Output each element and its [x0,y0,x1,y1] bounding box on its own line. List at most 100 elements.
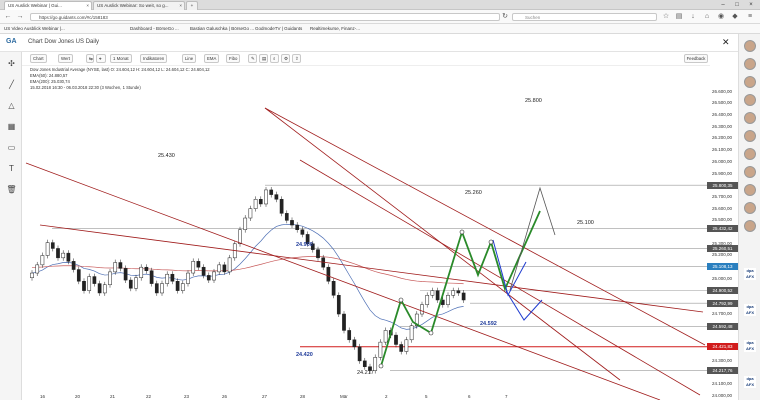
price-tick-label: 25.900,00 [712,170,733,176]
candle-body [253,199,258,209]
candle-body [394,334,398,345]
indicators-button[interactable]: Indikatoren [140,54,168,63]
avatar[interactable] [744,184,756,196]
zoom-icon[interactable]: ⌕ [270,54,279,63]
pen-icon[interactable]: ✎ [248,54,257,63]
triangle-tool-icon[interactable]: △ [6,100,17,111]
avatar[interactable] [744,166,756,178]
candle-body [102,284,107,294]
avatar[interactable] [744,148,756,160]
period-icon[interactable]: ⌖ [96,54,106,63]
window-close-icon[interactable]: × [744,0,758,10]
download-icon[interactable]: ↓ [688,12,698,22]
trash-icon[interactable]: 🗑 [6,184,17,195]
dpa-afx-logo[interactable]: dpa AFX [744,340,756,352]
text-tool-icon[interactable]: T [6,163,17,174]
close-chart-button[interactable]: ✕ [722,37,730,48]
avatar[interactable] [744,220,756,232]
close-tab-icon[interactable]: × [179,3,182,8]
candle-body [446,295,450,305]
level-annotation: 25.800 [525,98,542,104]
avatar[interactable] [744,202,756,214]
shield-icon[interactable]: ◆ [730,12,740,22]
price-tick-label: 26.200,00 [712,135,733,141]
line-tool-icon[interactable]: ╱ [6,79,17,90]
forward-icon[interactable]: → [15,12,25,22]
candle-body [451,290,456,296]
home-icon[interactable]: ⌂ [702,12,712,22]
level-annotation: 25.260 [465,190,482,196]
level-annotation: 25.430 [158,153,175,159]
reload-icon[interactable]: ↻ [500,12,510,22]
search-placeholder: Suchen [525,15,541,20]
candle-body [290,220,294,226]
fibo-button[interactable]: Fibo [226,54,241,63]
time-tick-label: 7 [505,394,508,399]
dpa-afx-logo[interactable]: dpa AFX [744,304,756,316]
time-tick-label: 27 [262,394,268,399]
avatar[interactable] [744,76,756,88]
candle-body [258,199,263,205]
avatar[interactable] [744,58,756,70]
legend-line: 15.02.2018 16:30 - 06.03.2018 22:30 (3 W… [30,85,141,90]
candle-body [383,330,388,343]
layout-icon[interactable]: ▤ [259,54,268,63]
candle-body [357,346,362,362]
bookmark-item[interactable]: US Video Ausblick Webinar |... [4,26,65,31]
crosshair-icon[interactable]: ✣ [6,58,17,69]
dpa-afx-logo[interactable]: dpa AFX [744,268,756,280]
back-icon[interactable]: ← [3,12,13,22]
browser-tab-2[interactable]: US Auslick Webinar: So weit, so g... × [93,1,185,10]
settings-icon[interactable]: ⚙ [281,54,290,63]
price-chart[interactable] [22,66,738,400]
candle-body [180,283,185,291]
candle-body [279,199,284,214]
bookmark-item[interactable]: Bastian Galuschka | BörseGo ... [190,26,254,31]
browser-tab-1[interactable]: US Auslick Webinar | Gui... × [4,1,92,10]
candle-body [227,257,232,273]
candle-body [118,262,123,269]
bookmark-item[interactable]: Realtimekurse, Finanz-... [310,26,360,31]
level-annotation: 24.592 [480,321,497,327]
extension-icon[interactable]: ◉ [716,12,726,22]
timeframe-button[interactable]: 1 Monat [110,54,132,63]
new-tab-button[interactable]: + [186,1,198,10]
candle-body [154,283,159,294]
candle-body [40,255,45,266]
candle-body [123,268,128,281]
menu-icon[interactable]: ≡ [745,12,755,22]
line-button[interactable]: Line [182,54,197,63]
avatar[interactable] [744,40,756,52]
symbol-button[interactable]: Wert [58,54,73,63]
fibonacci-tool-icon[interactable]: ▦ [6,121,17,132]
minimize-icon[interactable]: – [716,0,730,10]
url-input[interactable]: https://go.guidants.com/#c/158183 [30,13,500,21]
share-icon[interactable]: ⇪ [292,54,301,63]
chart-toolbar: Chart Wert ⇆ ⌖ 1 Monat Indikatoren Line … [22,52,710,66]
rectangle-tool-icon[interactable]: ▭ [6,142,17,153]
candle-body [435,290,440,301]
avatar[interactable] [744,112,756,124]
candle-body [196,261,201,268]
price-level-label: 24.421,83 [707,343,738,351]
candle-body [331,281,336,296]
compare-icon[interactable]: ⇆ [86,54,94,63]
tab-label: US Auslick Webinar: So weit, so g... [97,3,169,8]
avatar[interactable] [744,130,756,142]
close-tab-icon[interactable]: × [86,3,89,8]
star-icon[interactable]: ☆ [661,12,671,22]
bookmark-item[interactable]: GodmodeTV | Guidants [255,26,302,31]
maximize-icon[interactable]: □ [730,0,744,10]
candle-body [430,290,435,296]
chart-type-button[interactable]: Chart [30,54,47,63]
bookmark-item[interactable]: Dashboard - BörseGo ... [130,26,179,31]
feedback-button[interactable]: Feedback [684,54,708,63]
candle-body [149,270,154,284]
search-input[interactable]: Suchen [512,13,657,21]
ema-button[interactable]: EMA [204,54,220,63]
avatar[interactable] [744,94,756,106]
candle-body [175,281,180,291]
dpa-afx-logo[interactable]: dpa AFX [744,376,756,388]
price-level-label: 25.108,13 [707,262,738,270]
library-icon[interactable]: ▤ [674,12,684,22]
